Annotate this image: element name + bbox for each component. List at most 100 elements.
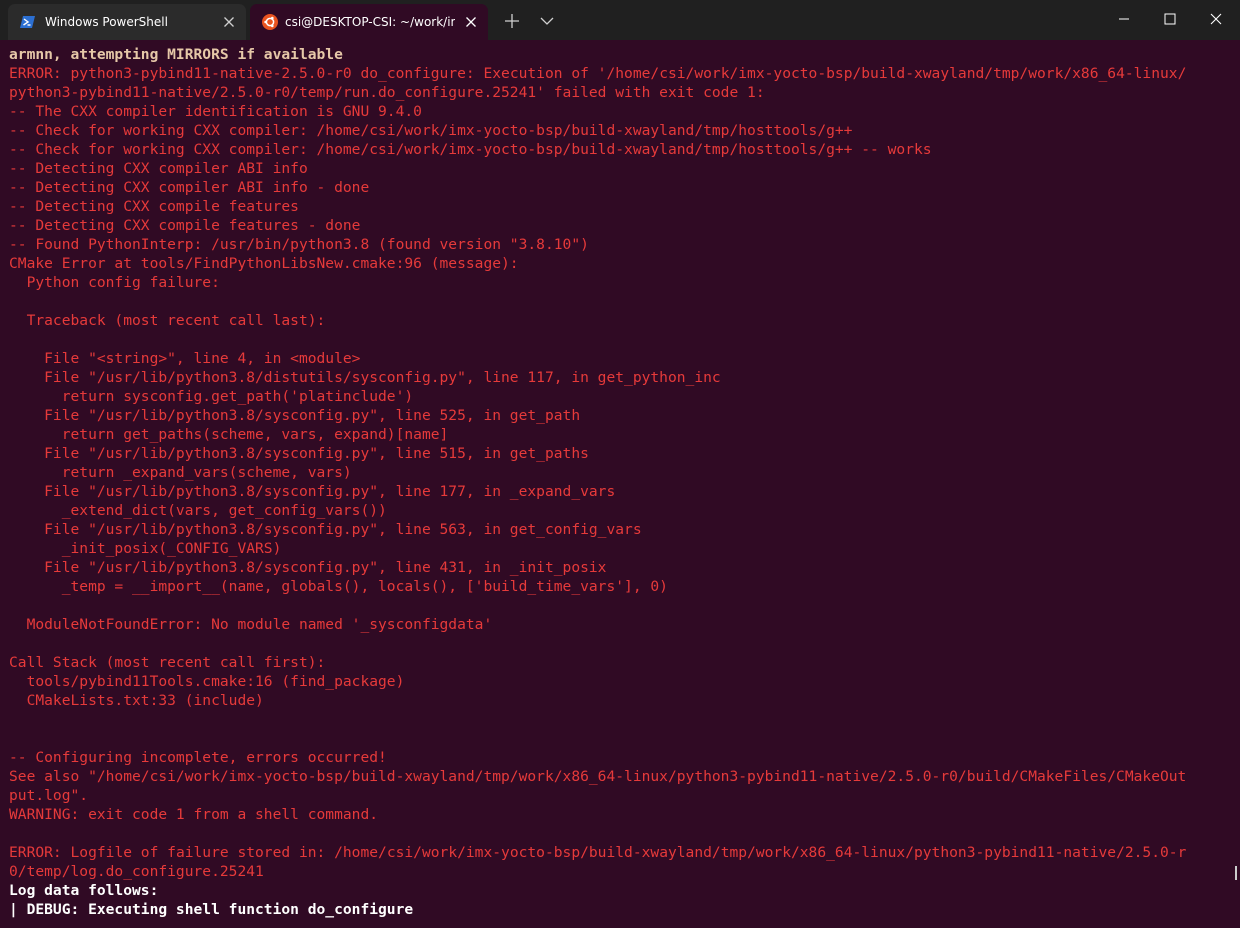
terminal-line: Traceback (most recent call last): (9, 311, 326, 330)
terminal-line: ModuleNotFoundError: No module named '_s… (9, 615, 493, 634)
terminal-text: put.log". (9, 787, 89, 804)
terminal-line: -- Configuring incomplete, errors occurr… (9, 748, 387, 767)
terminal-text: File "/usr/lib/python3.8/sysconfig.py", … (9, 407, 581, 424)
chevron-down-icon (540, 17, 554, 25)
terminal-line: ERROR: Logfile of failure stored in: /ho… (9, 843, 1186, 862)
minimize-button[interactable] (1101, 0, 1147, 38)
terminal-text: python3-pybind11-native/2.5.0-r0/temp/ru… (9, 84, 765, 101)
terminal-line: return sysconfig.get_path('platinclude') (9, 387, 413, 406)
terminal-text: ERROR: (9, 844, 71, 861)
terminal-line: WARNING: exit code 1 from a shell comman… (9, 805, 378, 824)
close-icon (1210, 13, 1222, 25)
terminal-text: tools/pybind11Tools.cmake:16 (find_packa… (9, 673, 405, 690)
terminal-text: See also "/home/csi/work/imx-yocto-bsp/b… (9, 768, 1187, 785)
terminal-line: _temp = __import__(name, globals(), loca… (9, 577, 668, 596)
terminal-line: return get_paths(scheme, vars, expand)[n… (9, 425, 449, 444)
minimize-icon (1119, 18, 1129, 20)
terminal-line: File "/usr/lib/python3.8/sysconfig.py", … (9, 520, 642, 539)
tab-dropdown-button[interactable] (534, 8, 560, 34)
terminal-text: WARNING: exit code 1 from a shell comman… (9, 806, 379, 823)
terminal-window: Windows PowerShell csi@DESKTOP-CSI: ~/wo… (0, 0, 1240, 928)
terminal-line: ERROR: python3-pybind11-native-2.5.0-r0 … (9, 64, 1186, 83)
terminal-line: CMake Error at tools/FindPythonLibsNew.c… (9, 254, 519, 273)
terminal-text: File "/usr/lib/python3.8/distutils/sysco… (9, 369, 721, 386)
terminal-line: Python config failure: (9, 273, 220, 292)
terminal-text: _init_posix(_CONFIG_VARS) (9, 540, 282, 557)
terminal-text: -- Detecting CXX compile features (9, 198, 299, 215)
terminal-line: -- Check for working CXX compiler: /home… (9, 121, 852, 140)
maximize-icon (1164, 13, 1176, 25)
tab-ubuntu-terminal[interactable]: csi@DESKTOP-CSI: ~/work/imx (250, 4, 488, 40)
terminal-line: Call Stack (most recent call first): (9, 653, 325, 672)
tab-label: Windows PowerShell (45, 15, 168, 29)
terminal-text: -- Detecting CXX compiler ABI info (9, 160, 308, 177)
terminal-text: -- Check for working CXX compiler: /home… (9, 141, 932, 158)
terminal-text: Logfile of failure stored in: /home/csi/… (70, 844, 1187, 861)
terminal-text: -- Configuring incomplete, errors occurr… (9, 749, 387, 766)
terminal-line: _init_posix(_CONFIG_VARS) (9, 539, 282, 558)
terminal-line: Log data follows: (9, 881, 158, 900)
terminal-text: _temp = __import__(name, globals(), loca… (9, 578, 668, 595)
terminal-text: ERROR: (9, 65, 71, 82)
terminal-line: -- Detecting CXX compiler ABI info - don… (9, 178, 369, 197)
terminal-line: return _expand_vars(scheme, vars) (9, 463, 352, 482)
terminal-text: _extend_dict(vars, get_config_vars()) (9, 502, 387, 519)
terminal-text: -- Check for working CXX compiler: /home… (9, 122, 853, 139)
terminal-text: -- Detecting CXX compile features - done (9, 217, 361, 234)
terminal-line: tools/pybind11Tools.cmake:16 (find_packa… (9, 672, 405, 691)
terminal-line: CMakeLists.txt:33 (include) (9, 691, 264, 710)
terminal-line: | DEBUG: Executing shell function do_con… (9, 900, 413, 919)
tab-windows-powershell[interactable]: Windows PowerShell (8, 4, 246, 40)
new-tab-button[interactable] (498, 8, 526, 34)
terminal-text: File "<string>", line 4, in <module> (9, 350, 361, 367)
terminal-line: File "/usr/lib/python3.8/sysconfig.py", … (9, 406, 580, 425)
terminal-text: return sysconfig.get_path('platinclude') (9, 388, 414, 405)
terminal-text: File "/usr/lib/python3.8/sysconfig.py", … (9, 559, 607, 576)
terminal-line: -- Detecting CXX compile features - done (9, 216, 360, 235)
terminal-text: ModuleNotFoundError: No module named '_s… (9, 616, 493, 633)
terminal-line: File "/usr/lib/python3.8/sysconfig.py", … (9, 482, 615, 501)
terminal-text: python3-pybind11-native-2.5.0-r0 do_conf… (70, 65, 1187, 82)
scrollbar-thumb[interactable] (1235, 866, 1237, 880)
terminal-text: File "/usr/lib/python3.8/sysconfig.py", … (9, 445, 589, 462)
close-icon[interactable] (220, 13, 238, 31)
terminal-line: See also "/home/csi/work/imx-yocto-bsp/b… (9, 767, 1186, 786)
terminal-text: Python config failure: (9, 274, 220, 291)
terminal-line: File "<string>", line 4, in <module> (9, 349, 360, 368)
maximize-button[interactable] (1147, 0, 1193, 38)
plus-icon (505, 14, 519, 28)
terminal-text: | DEBUG: Executing shell function do_con… (9, 901, 414, 918)
terminal-line: _extend_dict(vars, get_config_vars()) (9, 501, 387, 520)
terminal-text: Call Stack (most recent call first): (9, 654, 326, 671)
terminal-text: CMakeLists.txt:33 (include) (9, 692, 264, 709)
terminal-line: armnn, attempting MIRRORS if available (9, 45, 343, 64)
terminal-line: File "/usr/lib/python3.8/sysconfig.py", … (9, 444, 589, 463)
terminal-text: -- The CXX compiler identification is GN… (9, 103, 422, 120)
terminal-text: return get_paths(scheme, vars, expand)[n… (9, 426, 449, 443)
terminal-text: Traceback (most recent call last): (9, 312, 326, 329)
terminal-text: File "/usr/lib/python3.8/sysconfig.py", … (9, 483, 616, 500)
terminal-text: CMake Error at tools/FindPythonLibsNew.c… (9, 255, 519, 272)
terminal-text: Log data follows: (9, 882, 159, 899)
terminal-line: put.log". (9, 786, 88, 805)
terminal-text: -- Detecting CXX compiler ABI info - don… (9, 179, 370, 196)
terminal-output[interactable]: armnn, attempting MIRRORS if available ER… (0, 44, 1232, 928)
terminal-line: -- The CXX compiler identification is GN… (9, 102, 422, 121)
close-window-button[interactable] (1193, 0, 1239, 38)
terminal-line: File "/usr/lib/python3.8/distutils/sysco… (9, 368, 721, 387)
close-icon[interactable] (462, 13, 480, 31)
terminal-line: -- Detecting CXX compile features (9, 197, 299, 216)
terminal-text: return _expand_vars(scheme, vars) (9, 464, 352, 481)
terminal-line: 0/temp/log.do_configure.25241 (9, 862, 264, 881)
terminal-line: -- Detecting CXX compiler ABI info (9, 159, 308, 178)
ubuntu-icon (262, 14, 278, 30)
terminal-text: -- Found PythonInterp: /usr/bin/python3.… (9, 236, 589, 253)
terminal-text: File "/usr/lib/python3.8/sysconfig.py", … (9, 521, 642, 538)
tab-bar: Windows PowerShell csi@DESKTOP-CSI: ~/wo… (0, 0, 1240, 40)
tab-label: csi@DESKTOP-CSI: ~/work/imx (285, 15, 455, 29)
terminal-line: -- Check for working CXX compiler: /home… (9, 140, 932, 159)
powershell-icon (20, 14, 36, 30)
terminal-text: 0/temp/log.do_configure.25241 (9, 863, 264, 880)
terminal-text: armnn, attempting MIRRORS if available (9, 46, 343, 63)
terminal-line: python3-pybind11-native/2.5.0-r0/temp/ru… (9, 83, 765, 102)
